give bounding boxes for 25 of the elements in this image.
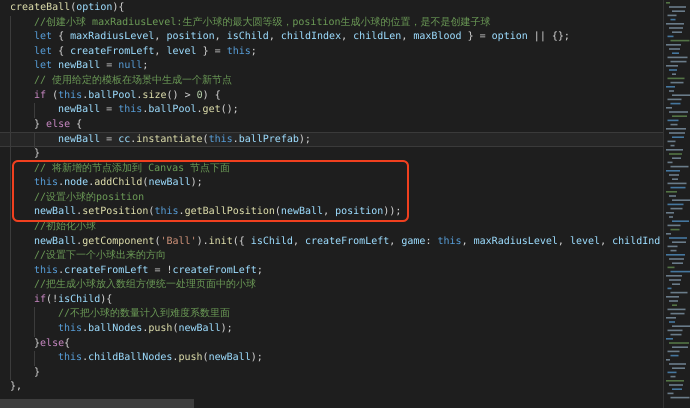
code-line: let { createFromLeft, level } = this; <box>0 44 663 60</box>
code-line: this.createFromLeft = !createFromLeft; <box>0 264 663 278</box>
code-line: //不把小球的数量计入到难度系数里面 <box>0 307 663 322</box>
code-line: // 使用给定的模板在场景中生成一个新节点 <box>0 74 663 89</box>
horizontal-scrollbar[interactable] <box>0 399 194 408</box>
code-line: //创建小球 maxRadiusLevel:生产小球的最大圆等级，position生成小球的位置，是不是创建子球 <box>0 16 663 30</box>
code-line: } <box>0 366 663 380</box>
code-line: }, <box>9 380 24 394</box>
code-line: let { maxRadiusLevel, position, isChild, childIndex, childLen, maxBlood } = option || {}; <box>0 30 663 45</box>
code-line: newBall = this.ballPool.get(); <box>0 103 663 118</box>
code-line: let newBall = null; <box>0 59 663 74</box>
code-line: } <box>0 146 663 162</box>
code-line: //设置下一个小球出来的方向 <box>0 249 663 264</box>
code-line: }else{ <box>0 336 663 352</box>
code-line: newBall.getComponent('Ball').init({ isChild, createFromLeft, game: this, maxRadiusLevel, level, childInd <box>0 234 663 250</box>
code-line: //把生成小球放入数组方便统一处理页面中的小球 <box>0 278 663 293</box>
code-line: this.childBallNodes.push(newBall); <box>0 351 663 366</box>
code-line: if (this.ballPool.size() > 0) { <box>0 88 663 104</box>
code-line: this.ballNodes.push(newBall); <box>0 322 663 337</box>
code-line: //设置小球的position <box>0 190 402 206</box>
code-line: createBall(option){ <box>9 1 126 15</box>
code-line: if(!isChild){ <box>0 292 663 308</box>
code-line: this.node.addChild(newBall); <box>0 176 402 191</box>
code-line: newBall.setPosition(this.getBallPosition(newBall, position)); <box>0 205 402 220</box>
code-line: // 将新增的节点添加到 Canvas 节点下面 <box>0 162 402 176</box>
